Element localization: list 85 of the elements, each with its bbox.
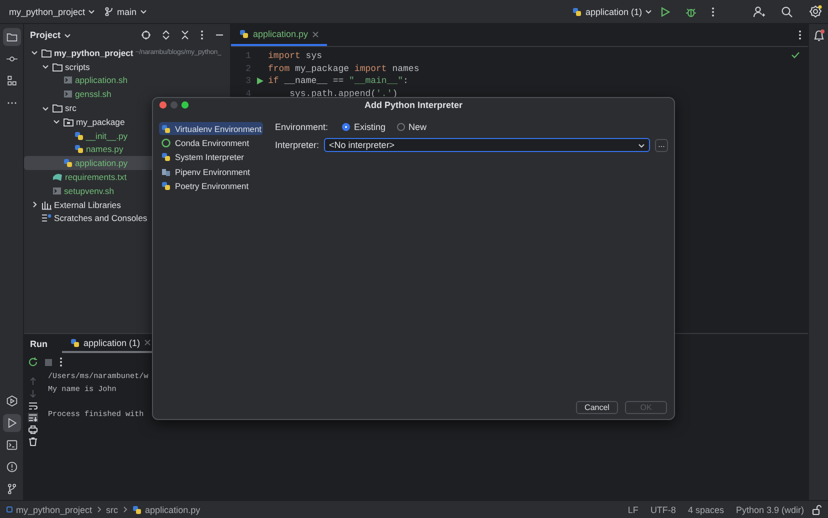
status-item[interactable]: UTF-8 (646, 504, 680, 514)
breadcrumb-item[interactable]: src (106, 504, 118, 514)
dialog-title: Add Python Interpreter (364, 100, 462, 110)
search-icon[interactable] (781, 6, 793, 18)
status-item[interactable]: Python 3.9 (wdir) (732, 504, 808, 514)
run-gutter-icon[interactable] (256, 77, 264, 86)
script-file-icon (63, 89, 73, 100)
breadcrumb-chevron-icon (122, 506, 128, 513)
branch-icon (105, 7, 114, 16)
environment-item[interactable]: Virtualenv Environment (159, 122, 264, 136)
folder-icon (52, 103, 63, 114)
chevron-down-icon (64, 32, 71, 38)
play-hexagon-icon (4, 394, 18, 408)
trash-icon[interactable] (28, 437, 38, 446)
expand-all-icon[interactable] (162, 30, 170, 40)
maximize-window-icon[interactable] (181, 101, 189, 109)
code-line: if __name__ == "__main__": (268, 76, 408, 86)
project-selector[interactable]: my_python_project (6, 4, 98, 18)
code-line: import sys (268, 51, 322, 62)
folder-tool-button[interactable] (2, 28, 20, 46)
rerun-icon[interactable] (28, 357, 38, 367)
notifications-icon[interactable] (812, 29, 824, 42)
run-icon[interactable] (659, 6, 671, 18)
lock-icon[interactable] (812, 504, 822, 514)
more-vertical-icon[interactable] (711, 6, 715, 18)
tree-item[interactable]: External Libraries (24, 198, 228, 212)
warning-circle-icon (4, 460, 18, 474)
status-item[interactable]: LF (624, 504, 642, 514)
panel-title[interactable]: Project (30, 30, 61, 40)
scratches-icon (41, 213, 52, 224)
play-tool-button[interactable] (2, 414, 20, 432)
script-file-icon (63, 75, 73, 86)
code-line: from my_package import names (268, 64, 420, 74)
tree-item[interactable]: application.sh (24, 74, 228, 88)
collapse-all-icon[interactable] (181, 30, 189, 40)
close-window-icon[interactable] (159, 101, 167, 109)
environment-radio[interactable]: Existing (342, 122, 386, 132)
environment-label: Environment: (275, 122, 328, 132)
chevron-down-icon (638, 142, 645, 148)
interpreter-label: Interpreter: (275, 140, 320, 150)
tree-item[interactable]: genssl.sh (24, 87, 228, 102)
check-icon (791, 51, 800, 59)
locate-icon[interactable] (141, 30, 151, 40)
structure-icon (4, 74, 18, 88)
bug-icon[interactable] (685, 6, 697, 18)
package-folder-icon (63, 116, 74, 127)
folder-icon (41, 48, 52, 58)
library-icon (41, 200, 52, 210)
ring-icon (161, 138, 171, 148)
chevron-down-icon (88, 8, 96, 15)
branch-selector[interactable]: main (102, 4, 150, 18)
close-icon[interactable] (312, 30, 320, 38)
more-vertical-icon[interactable] (798, 30, 802, 40)
print-icon[interactable] (28, 425, 38, 434)
run-configuration-selector[interactable]: application (1) (569, 4, 655, 18)
stop-icon[interactable] (44, 358, 53, 366)
terminal-icon (4, 438, 18, 452)
environment-radio[interactable]: New (396, 122, 427, 132)
status-item[interactable]: 4 spaces (684, 504, 728, 514)
breadcrumb-item[interactable]: application.py (132, 504, 200, 514)
tree-item[interactable]: src (24, 101, 228, 115)
breadcrumb-chevron-icon (96, 506, 102, 513)
tree-item[interactable]: scripts (24, 60, 228, 74)
soft-wrap-icon[interactable] (28, 401, 38, 410)
environment-item[interactable]: Conda Environment (159, 136, 252, 150)
browse-button[interactable]: ... (655, 138, 668, 152)
editor-tab[interactable]: application.py (231, 24, 328, 46)
tree-item[interactable]: Scratches and Consoles (24, 212, 228, 226)
dialog-button[interactable]: Cancel (576, 401, 618, 414)
close-icon[interactable] (144, 339, 152, 346)
script-file-icon (52, 186, 62, 196)
interpreter-dropdown[interactable]: <No interpreter> (324, 138, 650, 152)
chevron-down-icon (645, 8, 652, 15)
settings-icon[interactable] (809, 5, 822, 18)
environment-item[interactable]: Poetry Environment (159, 179, 251, 192)
scroll-to-end-icon[interactable] (28, 413, 38, 422)
more-vertical-icon[interactable] (59, 357, 63, 367)
more-vertical-icon[interactable] (200, 30, 204, 40)
collapse-chevron-icon (31, 201, 38, 208)
panel-title: Run (30, 338, 48, 350)
chevron-down-icon (140, 8, 147, 15)
module-icon (6, 506, 13, 513)
breadcrumb-item[interactable]: my_python_project (6, 504, 92, 514)
add-user-icon[interactable] (753, 6, 765, 18)
folder-icon (52, 62, 63, 72)
